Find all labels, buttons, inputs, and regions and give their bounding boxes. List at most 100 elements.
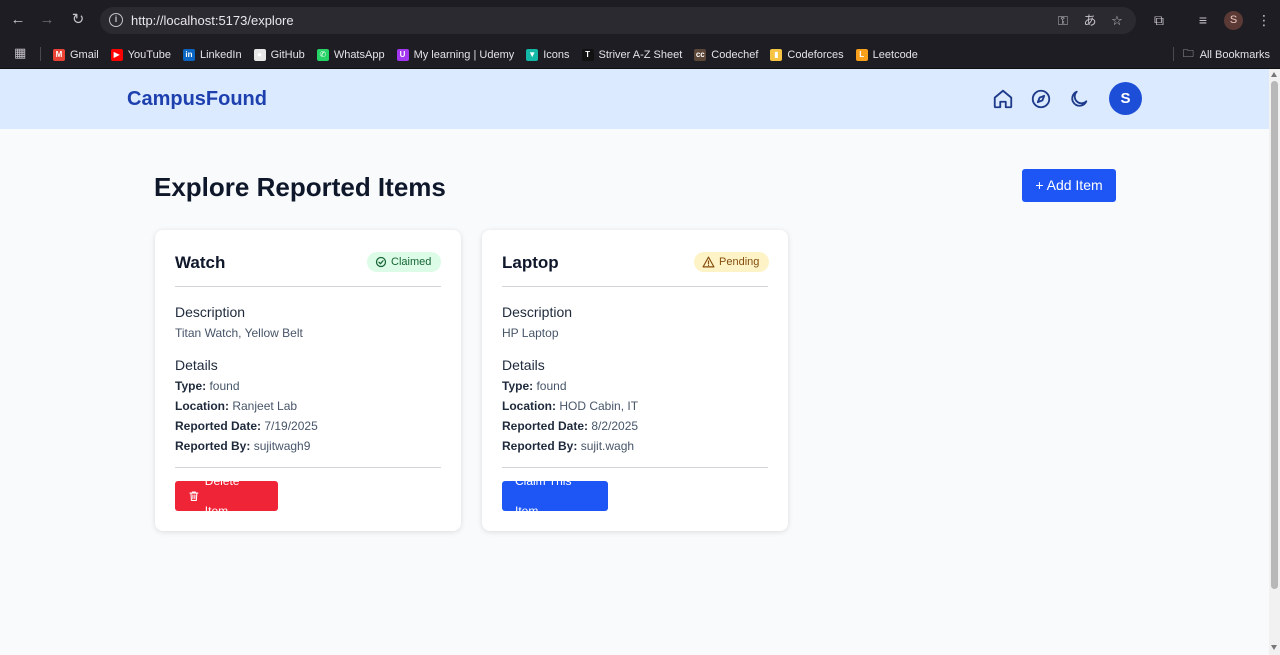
password-key-icon[interactable]: ⚿	[1054, 12, 1072, 30]
divider	[502, 286, 768, 287]
bookmark-label: WhatsApp	[333, 48, 385, 61]
claim-item-button[interactable]: Claim This Item	[502, 474, 608, 518]
translate-icon[interactable]: あ	[1081, 12, 1099, 30]
home-icon[interactable]	[992, 88, 1014, 110]
bookmark-label: My learning | Udemy	[413, 48, 515, 61]
description-heading: Description	[175, 304, 246, 320]
details-heading: Details	[175, 357, 218, 373]
back-arrow-icon[interactable]: ←	[8, 10, 28, 30]
bookmark-item[interactable]: ▶ YouTube	[110, 48, 171, 61]
page-scrollbar[interactable]	[1269, 69, 1280, 655]
bookmark-item[interactable]: ▮ Codeforces	[770, 48, 844, 61]
bookmark-favicon-icon: ▶	[110, 48, 123, 61]
detail-location: Location: Ranjeet Lab	[175, 399, 297, 413]
detail-type: Type: found	[502, 379, 567, 393]
warning-triangle-icon	[702, 256, 715, 268]
detail-reported-date: Reported Date: 7/19/2025	[175, 419, 318, 433]
item-title: Laptop	[502, 253, 559, 272]
bookmark-favicon-icon: ▼	[526, 48, 539, 61]
address-bar[interactable]: i http://localhost:5173/explore ⚿ あ ☆	[100, 7, 1136, 34]
bookmark-item[interactable]: U My learning | Udemy	[396, 48, 515, 61]
detail-label: Location:	[175, 399, 229, 413]
bookmark-item[interactable]: in LinkedIn	[182, 48, 242, 61]
user-avatar[interactable]: S	[1109, 82, 1142, 115]
app-header: CampusFound S	[0, 69, 1269, 129]
scrollbar-thumb[interactable]	[1271, 81, 1278, 589]
status-label: Claimed	[391, 256, 432, 268]
bookmark-favicon-icon: in	[182, 48, 195, 61]
browser-menu-icon[interactable]: ⋮	[1254, 10, 1274, 30]
bookmark-label: Codeforces	[787, 48, 844, 61]
bookmark-favicon-icon: ●	[253, 48, 266, 61]
bookmark-favicon-icon: L	[855, 48, 868, 61]
scroll-down-arrow[interactable]	[1271, 645, 1277, 650]
detail-label: Reported By:	[175, 439, 251, 453]
detail-label: Type:	[175, 379, 207, 393]
detail-value: found	[536, 379, 567, 393]
bookmark-item[interactable]: L Leetcode	[855, 48, 918, 61]
detail-location: Location: HOD Cabin, IT	[502, 399, 638, 413]
detail-value: sujitwagh9	[253, 439, 311, 453]
item-card: Laptop Pending Description HP Laptop Det…	[482, 230, 788, 531]
bookmarks-bar: ▦ M Gmail ▶ YouTube in LinkedIn ● GitHub ✆ WhatsA…	[0, 40, 1280, 69]
claim-item-label: Claim This Item	[515, 474, 572, 518]
delete-item-button[interactable]: Delete Item	[175, 474, 278, 518]
reload-icon[interactable]: ↻	[68, 10, 88, 30]
bookmark-item[interactable]: ✆ WhatsApp	[316, 48, 385, 61]
detail-value: 8/2/2025	[591, 419, 639, 433]
detail-value: Ranjeet Lab	[232, 399, 298, 413]
bookmark-item[interactable]: T Striver A-Z Sheet	[581, 48, 683, 61]
check-circle-icon	[375, 256, 387, 268]
apps-grid-icon[interactable]: ▦	[14, 45, 30, 61]
description-heading: Description	[502, 304, 573, 320]
bookmark-label: Icons	[543, 48, 570, 61]
detail-reported-by: Reported By: sujitwagh9	[175, 439, 310, 453]
description-text: Titan Watch, Yellow Belt	[175, 326, 303, 340]
bookmark-item[interactable]: cc Codechef	[694, 48, 758, 61]
moon-icon[interactable]	[1068, 88, 1090, 110]
bookmark-favicon-icon: ✆	[316, 48, 329, 61]
item-title: Watch	[175, 253, 226, 272]
detail-value: sujit.wagh	[580, 439, 635, 453]
delete-item-label: Delete Item	[204, 474, 240, 518]
bookmark-star-icon[interactable]: ☆	[1108, 12, 1126, 30]
compass-icon[interactable]	[1030, 88, 1052, 110]
bookmark-item[interactable]: ▼ Icons	[526, 48, 570, 61]
folder-icon: 🗀	[1182, 48, 1194, 60]
detail-label: Reported By:	[502, 439, 578, 453]
bookmark-favicon-icon: cc	[694, 48, 707, 61]
detail-value: HOD Cabin, IT	[559, 399, 639, 413]
detail-reported-by: Reported By: sujit.wagh	[502, 439, 634, 453]
url-text[interactable]: http://localhost:5173/explore	[131, 13, 294, 28]
item-card: Watch Claimed Description Titan Watch, Y…	[155, 230, 461, 531]
extensions-icon[interactable]: ⧉	[1149, 10, 1169, 30]
bookmark-item[interactable]: ● GitHub	[253, 48, 305, 61]
forward-arrow-icon[interactable]: →	[37, 10, 57, 30]
brand-logo[interactable]: CampusFound	[127, 88, 267, 111]
tab-search-icon[interactable]: ≡	[1193, 10, 1213, 30]
all-bookmarks-button[interactable]: 🗀 All Bookmarks	[1183, 40, 1270, 69]
page-title: Explore Reported Items	[154, 172, 446, 202]
bookmark-item[interactable]: M Gmail	[53, 48, 99, 61]
bookmarks-divider	[40, 47, 41, 61]
bookmark-label: Striver A-Z Sheet	[598, 48, 683, 61]
detail-reported-date: Reported Date: 8/2/2025	[502, 419, 638, 433]
detail-label: Location:	[502, 399, 556, 413]
detail-label: Reported Date:	[175, 419, 262, 433]
bookmark-label: LinkedIn	[199, 48, 242, 61]
site-info-icon[interactable]: i	[109, 13, 123, 27]
bookmark-label: Leetcode	[872, 48, 918, 61]
details-heading: Details	[502, 357, 545, 373]
bookmark-favicon-icon: T	[581, 48, 594, 61]
detail-label: Type:	[502, 379, 534, 393]
scroll-up-arrow[interactable]	[1271, 72, 1277, 77]
bookmark-label: Gmail	[70, 48, 99, 61]
status-label: Pending	[719, 256, 760, 268]
detail-label: Reported Date:	[502, 419, 589, 433]
divider	[175, 286, 441, 287]
browser-profile-avatar[interactable]: S	[1224, 11, 1243, 30]
add-item-button[interactable]: + Add Item	[1022, 169, 1116, 202]
browser-toolbar: ← → ↻ i http://localhost:5173/explore ⚿ …	[0, 0, 1280, 40]
detail-value: 7/19/2025	[264, 419, 318, 433]
bookmark-list: M Gmail ▶ YouTube in LinkedIn ● GitHub ✆ WhatsApp…	[53, 40, 918, 69]
